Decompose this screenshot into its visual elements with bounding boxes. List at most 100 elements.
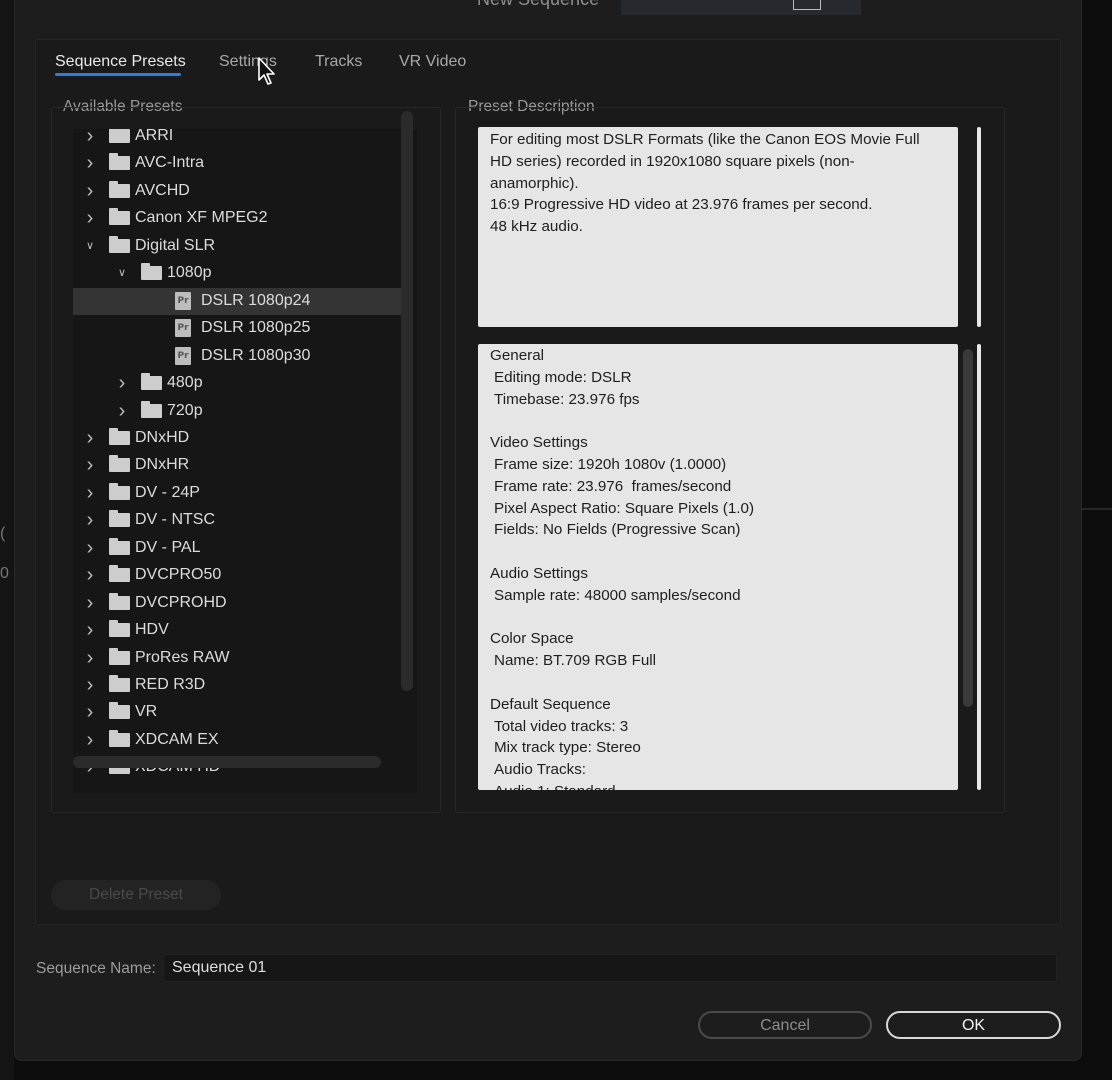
preset-folder-row[interactable]: › AVCHD [73, 178, 401, 205]
background-divider [1082, 508, 1112, 510]
premiere-file-icon: Pr [175, 291, 191, 310]
details-line: Timebase: 23.976 fps [494, 390, 640, 408]
preset-folder-row[interactable]: › DVCPRO50 [73, 562, 401, 589]
preset-label: 720p [167, 401, 203, 419]
tree-vertical-scrollbar[interactable] [401, 111, 413, 691]
sequence-name-input[interactable] [163, 954, 1057, 982]
title-overlay-field [621, 0, 861, 15]
preset-folder-row[interactable]: › DV - 24P [73, 480, 401, 507]
details-section-heading [490, 607, 946, 629]
chevron-down-icon[interactable]: ∨ [114, 265, 130, 281]
tree-horizontal-scrollbar[interactable] [73, 756, 381, 768]
details-edge [977, 344, 981, 790]
title-bar: New Sequence [15, 0, 1081, 17]
chevron-right-icon[interactable]: › [82, 648, 98, 668]
preset-folder-row[interactable]: › DV - PAL [73, 535, 401, 562]
folder-icon [109, 208, 130, 226]
ok-button[interactable]: OK [886, 1011, 1061, 1039]
preset-label: ProRes RAW [135, 648, 230, 666]
preset-label: DNxHD [135, 428, 190, 446]
preset-folder-row[interactable]: › 720p [73, 398, 401, 425]
preset-folder-row[interactable]: › DNxHR [73, 452, 401, 479]
preset-folder-row[interactable]: › XDCAM EX [73, 727, 401, 754]
preset-label: Canon XF MPEG2 [135, 209, 268, 227]
chevron-right-icon[interactable]: › [114, 373, 130, 393]
preset-folder-row[interactable]: › ProRes RAW [73, 645, 401, 672]
details-line: Pixel Aspect Ratio: Square Pixels (1.0) [494, 499, 754, 517]
preset-folder-row[interactable]: › Canon XF MPEG2 [73, 205, 401, 232]
preset-label: DSLR 1080p24 [201, 291, 311, 309]
preset-folder-row[interactable]: ∨ Digital SLR [73, 233, 401, 260]
preset-folder-row[interactable]: ∨ 1080p [73, 260, 401, 287]
chevron-right-icon[interactable]: › [82, 181, 98, 201]
preset-label: DV - 24P [135, 483, 200, 501]
tab-vr-video[interactable]: VR Video [399, 53, 466, 71]
tab-sequence-presets[interactable]: Sequence Presets [55, 53, 186, 71]
chevron-right-icon[interactable]: › [82, 675, 98, 695]
active-tab-indicator [55, 73, 181, 76]
chevron-right-icon[interactable]: › [82, 730, 98, 750]
preset-label: VR [135, 703, 158, 721]
folder-icon [109, 180, 130, 198]
preset-folder-row[interactable]: › AVC-Intra [73, 150, 401, 177]
preset-description-text: For editing most DSLR Formats (like the … [478, 127, 958, 327]
dialog-title: New Sequence [477, 0, 599, 10]
chevron-right-icon[interactable]: › [82, 702, 98, 722]
details-line: Frame rate: 23.976 frames/second [494, 477, 732, 495]
chevron-right-icon[interactable]: › [82, 129, 98, 146]
cancel-button[interactable]: Cancel [698, 1011, 872, 1039]
chevron-right-icon[interactable]: › [82, 565, 98, 585]
folder-icon [109, 729, 130, 747]
chevron-right-icon[interactable]: › [114, 401, 130, 421]
preset-label: DNxHR [135, 456, 190, 474]
folder-icon [109, 482, 130, 500]
details-vertical-scrollbar[interactable] [963, 349, 973, 707]
details-section-heading [490, 410, 946, 432]
preset-label: 1080p [167, 264, 212, 282]
title-overlay-box [793, 0, 821, 10]
details-line: Sample rate: 48000 samples/second [494, 586, 741, 604]
chevron-right-icon[interactable]: › [82, 208, 98, 228]
folder-icon [109, 427, 130, 445]
chevron-right-icon[interactable]: › [82, 593, 98, 613]
folder-icon [109, 675, 130, 692]
preset-folder-row[interactable]: › DNxHD [73, 425, 401, 452]
folder-icon [109, 153, 130, 171]
preset-folder-row[interactable]: › ARRI [73, 129, 401, 150]
chevron-right-icon[interactable]: › [82, 483, 98, 503]
preset-folder-row[interactable]: › DVCPROHD [73, 590, 401, 617]
chevron-down-icon[interactable]: ∨ [82, 238, 98, 254]
tab-tracks[interactable]: Tracks [315, 53, 362, 71]
chevron-right-icon[interactable]: › [82, 538, 98, 558]
mouse-pointer-icon [258, 57, 275, 85]
chevron-right-icon[interactable]: › [82, 620, 98, 640]
chevron-right-icon[interactable]: › [82, 510, 98, 530]
delete-preset-button[interactable]: Delete Preset [51, 880, 221, 910]
new-sequence-dialog: New Sequence Sequence Presets Settings T… [14, 0, 1082, 1061]
details-section-heading: Default Sequence [490, 695, 611, 713]
folder-icon [109, 537, 130, 555]
description-line: 16:9 Progressive HD video at 23.976 fram… [490, 196, 873, 214]
chevron-right-icon[interactable]: › [82, 153, 98, 173]
preset-row[interactable]: Pr DSLR 1080p25 [73, 315, 401, 342]
presets-tree[interactable]: › ARRI › AVC-Intra › AVCHD › Canon XF MPEG2 ∨ Dig… [73, 129, 417, 793]
details-line: Mix track type: Stereo [494, 739, 641, 757]
details-section-heading: General [490, 347, 545, 364]
details-section-heading: Audio Settings [490, 564, 588, 582]
chevron-right-icon[interactable]: › [82, 455, 98, 475]
preset-folder-row[interactable]: › DV - NTSC [73, 507, 401, 534]
description-line: HD series) recorded in 1920x1080 square … [490, 152, 855, 170]
preset-row[interactable]: Pr DSLR 1080p30 [73, 343, 401, 370]
preset-label: 480p [167, 374, 203, 392]
preset-label: AVCHD [135, 181, 190, 199]
preset-row[interactable]: Pr DSLR 1080p24 [73, 287, 401, 315]
premiere-file-icon: Pr [175, 346, 191, 365]
preset-folder-row[interactable]: › RED R3D [73, 672, 401, 699]
preset-folder-row[interactable]: › VR [73, 699, 401, 726]
details-section-heading: Color Space [490, 630, 574, 648]
chevron-right-icon[interactable]: › [82, 428, 98, 448]
folder-icon [109, 510, 130, 528]
details-section-heading: Video Settings [490, 434, 588, 452]
preset-folder-row[interactable]: › HDV [73, 617, 401, 644]
preset-folder-row[interactable]: › 480p [73, 370, 401, 397]
